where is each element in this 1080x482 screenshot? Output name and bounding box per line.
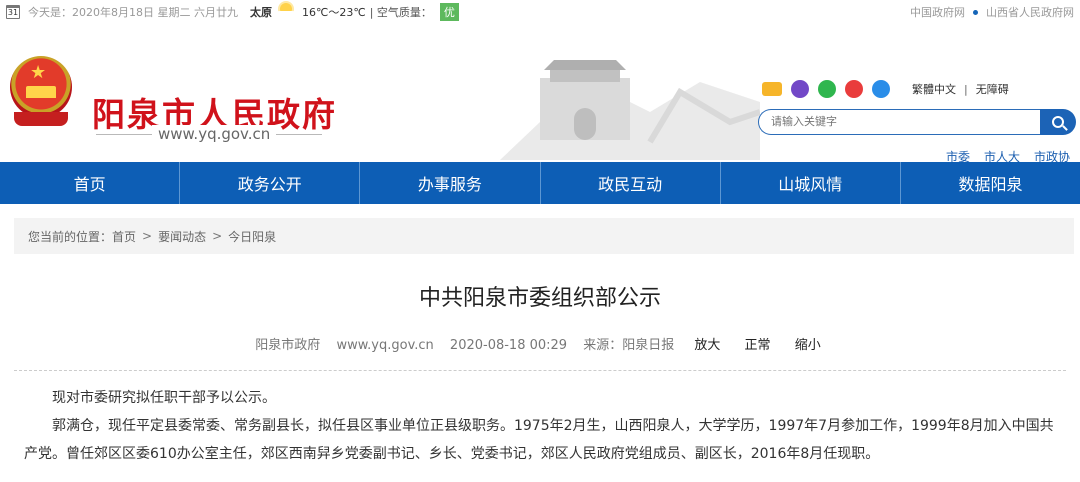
city-gate-illustration bbox=[500, 60, 760, 160]
app-icon[interactable] bbox=[872, 80, 890, 98]
nav-home[interactable]: 首页 bbox=[0, 162, 181, 204]
font-size-small-button[interactable]: 缩小 bbox=[795, 338, 821, 353]
nav-services[interactable]: 办事服务 bbox=[360, 162, 541, 204]
article-source-site: 阳泉市政府 bbox=[255, 338, 321, 353]
article-url: www.yq.gov.cn bbox=[336, 338, 434, 353]
article-meta: 阳泉市政府 www.yq.gov.cn 2020-08-18 00:29 来源：… bbox=[0, 334, 1080, 353]
breadcrumb-news[interactable]: 要闻动态 bbox=[158, 228, 206, 245]
article-datetime: 2020-08-18 00:29 bbox=[449, 338, 568, 353]
breadcrumb-prefix: 您当前的位置： bbox=[28, 229, 113, 244]
air-quality-badge: 优 bbox=[439, 3, 459, 21]
weather-city: 太原 bbox=[249, 6, 272, 19]
sun-cloud-icon bbox=[275, 3, 296, 18]
nav-city-scenery[interactable]: 山城风情 bbox=[721, 162, 901, 204]
font-size-large-button[interactable]: 放大 bbox=[694, 338, 720, 353]
traditional-chinese-link[interactable]: 繁體中文 bbox=[912, 83, 956, 96]
nav-interaction[interactable]: 政民互动 bbox=[541, 162, 721, 204]
current-date: 今天是：2020年8月18日 星期二 六月廿九 bbox=[28, 6, 238, 19]
article-source: 来源：阳泉日报 bbox=[583, 338, 675, 353]
main-nav: 首页 政务公开 办事服务 政民互动 山城风情 数据阳泉 bbox=[0, 162, 1080, 204]
weibo-icon[interactable] bbox=[845, 80, 863, 98]
top-info-bar: 31 今天是：2020年8月18日 星期二 六月廿九 太原 16℃～23℃ | … bbox=[0, 0, 1080, 24]
article-title: 中共阳泉市委组织部公示 bbox=[418, 286, 661, 311]
nav-data-yangquan[interactable]: 数据阳泉 bbox=[901, 162, 1080, 204]
calendar-icon: 31 bbox=[6, 5, 20, 19]
share-icons bbox=[762, 80, 890, 98]
breadcrumb-separator: > bbox=[212, 229, 223, 243]
mail-icon[interactable] bbox=[762, 82, 782, 96]
top-links: 中国政府网 山西省人民政府网 bbox=[910, 4, 1074, 20]
breadcrumb-separator: > bbox=[142, 229, 153, 243]
search-icon bbox=[1052, 116, 1064, 128]
site-header: ★ 阳泉市人民政府 www.yq.gov.cn 繁體中文|无障碍 市委 市人大 … bbox=[0, 24, 1080, 164]
article-divider bbox=[14, 370, 1066, 371]
mobile-icon[interactable] bbox=[791, 80, 809, 98]
site-url: www.yq.gov.cn bbox=[152, 125, 277, 143]
wechat-icon[interactable] bbox=[818, 80, 836, 98]
breadcrumb-home[interactable]: 首页 bbox=[112, 228, 136, 245]
link-shanxi-gov[interactable]: 山西省人民政府网 bbox=[986, 4, 1074, 20]
separator-dot bbox=[973, 9, 978, 15]
lang-separator: | bbox=[964, 83, 968, 96]
nav-gov-affairs[interactable]: 政务公开 bbox=[180, 162, 361, 204]
air-quality-label: | 空气质量： bbox=[369, 6, 432, 19]
language-links: 繁體中文 | 无障碍 bbox=[912, 81, 1009, 97]
search-input[interactable] bbox=[758, 109, 1040, 135]
link-china-gov[interactable]: 中国政府网 bbox=[910, 4, 965, 20]
breadcrumb: 您当前的位置： 首页 > 要闻动态 > 今日阳泉 bbox=[14, 218, 1074, 254]
article-paragraph: 郭满仓，现任平定县委常委、常务副县长，拟任县区事业单位正县级职务。1975年2月… bbox=[24, 418, 1054, 462]
search-button[interactable] bbox=[1040, 109, 1076, 135]
national-emblem-logo[interactable]: ★ bbox=[6, 50, 76, 130]
font-size-normal-button[interactable]: 正常 bbox=[745, 338, 771, 353]
article-paragraph: 现对市委研究拟任职干部予以公示。 bbox=[52, 390, 276, 406]
accessibility-link[interactable]: 无障碍 bbox=[976, 83, 1009, 96]
weather-temperature: 16℃～23℃ bbox=[301, 6, 366, 19]
breadcrumb-today[interactable]: 今日阳泉 bbox=[228, 228, 276, 245]
